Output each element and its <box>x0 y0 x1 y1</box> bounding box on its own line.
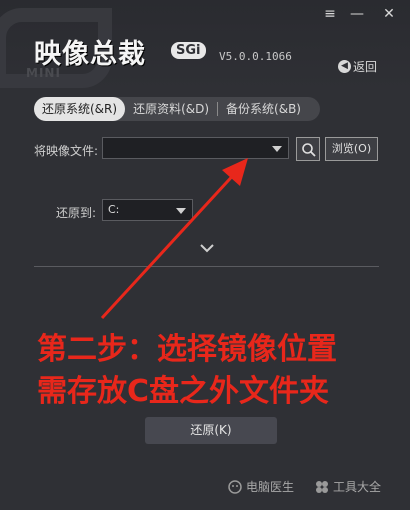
annotation-line-2: 需存放C盘之外文件夹 <box>37 374 330 409</box>
tools-link[interactable]: 工具大全 <box>315 478 381 495</box>
doctor-icon <box>228 479 242 494</box>
doctor-link[interactable]: 电脑医生 <box>228 478 294 495</box>
annotation-line-1: 第二步：选择镜像位置 <box>37 332 337 367</box>
doctor-label: 电脑医生 <box>246 480 295 494</box>
tools-label: 工具大全 <box>333 480 382 494</box>
restore-button[interactable]: 还原(K) <box>145 417 277 444</box>
tools-icon <box>316 480 328 493</box>
